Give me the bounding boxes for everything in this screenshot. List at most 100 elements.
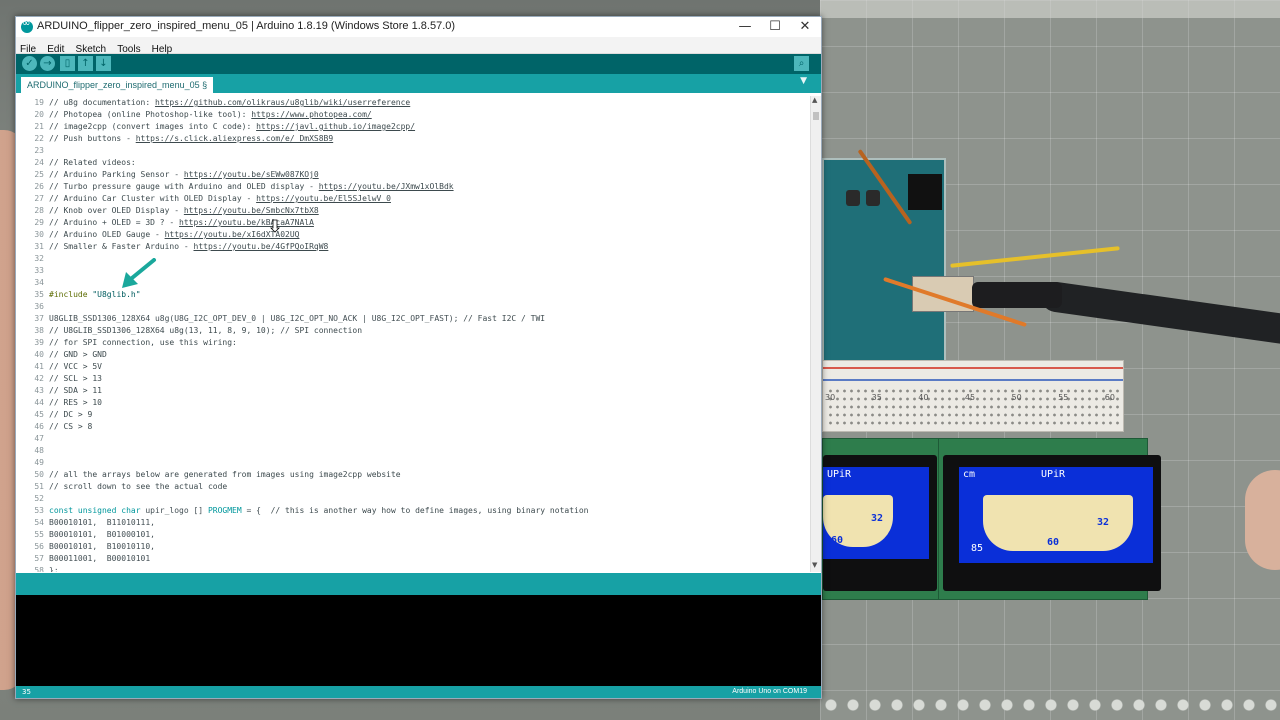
title-bar[interactable]: ARDUINO_flipper_zero_inspired_menu_05 | … bbox=[16, 17, 821, 37]
code-link[interactable]: https://youtu.be/JXmw1xOlBdk bbox=[319, 182, 454, 191]
code-line[interactable]: 46 // CS > 8 bbox=[16, 421, 92, 433]
right-hand bbox=[1245, 470, 1280, 570]
maximize-button[interactable]: ☐ bbox=[760, 17, 790, 37]
code-line[interactable]: 56 B00010101, B10010110, bbox=[16, 541, 155, 553]
code-line[interactable]: 52 bbox=[16, 493, 49, 505]
line-number-gutter: 43 bbox=[34, 386, 44, 395]
code-line[interactable]: 26 // Turbo pressure gauge with Arduino a… bbox=[16, 181, 454, 193]
line-number-gutter: 19 bbox=[34, 98, 44, 107]
code-line[interactable]: 33 bbox=[16, 265, 49, 277]
line-number-gutter: 37 bbox=[34, 314, 44, 323]
ground-rail bbox=[823, 379, 1123, 381]
code-token: // SDA > 11 bbox=[49, 386, 102, 395]
code-line[interactable]: 31 // Smaller & Faster Arduino - https://… bbox=[16, 241, 328, 253]
code-line[interactable]: 20 // Photopea (online Photoshop-like too… bbox=[16, 109, 371, 121]
new-sketch-button[interactable]: ▯ bbox=[60, 56, 75, 71]
code-line[interactable]: 32 bbox=[16, 253, 49, 265]
code-line[interactable]: 40 // GND > GND bbox=[16, 349, 106, 361]
code-link[interactable]: https://youtu.be/kBAcaA7NAlA bbox=[179, 218, 314, 227]
line-number-gutter: 20 bbox=[34, 110, 44, 119]
line-number-gutter: 32 bbox=[34, 254, 44, 263]
code-token: B00010101, B11010111, bbox=[49, 518, 155, 527]
code-line[interactable]: 28 // Knob over OLED Display - https://yo… bbox=[16, 205, 319, 217]
code-line[interactable]: 25 // Arduino Parking Sensor - https://yo… bbox=[16, 169, 319, 181]
capacitor bbox=[866, 190, 880, 206]
line-number-gutter: 29 bbox=[34, 218, 44, 227]
tab-sketch[interactable]: ARDUINO_flipper_zero_inspired_menu_05 § bbox=[21, 77, 214, 93]
code-token: // CS > 8 bbox=[49, 422, 93, 431]
code-line[interactable]: 51 // scroll down to see the actual code bbox=[16, 481, 227, 493]
code-token: }; bbox=[49, 566, 59, 572]
code-line[interactable]: 37 U8GLIB_SSD1306_128X64 u8g(U8G_I2C_OPT_… bbox=[16, 313, 545, 325]
scrollbar-thumb[interactable] bbox=[813, 112, 819, 120]
code-line[interactable]: 39 // for SPI connection, use this wiring… bbox=[16, 337, 236, 349]
code-link[interactable]: https://youtu.be/El5SJelwV_0 bbox=[256, 194, 391, 203]
code-line[interactable]: 43 // SDA > 11 bbox=[16, 385, 102, 397]
code-token: // Push buttons - bbox=[49, 134, 136, 143]
breadboard-number: 45 bbox=[964, 393, 976, 402]
line-number-gutter: 54 bbox=[34, 518, 44, 527]
code-token: PROGMEM bbox=[207, 506, 242, 515]
scroll-down-icon[interactable]: ▼ bbox=[812, 561, 817, 569]
oled-module-right: cm UPiR 85 60 32 bbox=[938, 438, 1161, 600]
code-line[interactable]: 57 B00011001, B00010101 bbox=[16, 553, 150, 565]
code-line[interactable]: 53 const unsigned char upir_logo [] PROGM… bbox=[16, 505, 588, 517]
code-line[interactable]: 34 bbox=[16, 277, 49, 289]
code-line[interactable]: 35 #include "U8glib.h" bbox=[16, 289, 140, 301]
code-token: // VCC > 5V bbox=[49, 362, 102, 371]
vertical-scrollbar[interactable]: ▲ ▼ bbox=[810, 96, 821, 572]
code-line[interactable]: 22 // Push buttons - https://s.click.alie… bbox=[16, 133, 333, 145]
code-line[interactable]: 55 B00010101, B01000101, bbox=[16, 529, 155, 541]
code-line[interactable]: 58}; bbox=[16, 565, 59, 572]
verify-button[interactable]: ✓ bbox=[22, 56, 37, 71]
line-number-gutter: 39 bbox=[34, 338, 44, 347]
close-button[interactable]: ✕ bbox=[790, 17, 820, 37]
breadboard-number: 55 bbox=[1058, 393, 1069, 402]
upload-button[interactable]: → bbox=[40, 56, 55, 71]
code-line[interactable]: 50 // all the arrays below are generated … bbox=[16, 469, 401, 481]
code-link[interactable]: https://youtu.be/sEWw087KOj0 bbox=[184, 170, 319, 179]
status-footer: 35 Arduino Uno on COM19 bbox=[16, 686, 821, 698]
scroll-up-icon[interactable]: ▲ bbox=[812, 96, 817, 104]
code-link[interactable]: https://youtu.be/4GfPQoIRqW8 bbox=[194, 242, 329, 251]
code-link[interactable]: https://www.photopea.com/ bbox=[251, 110, 371, 119]
code-line[interactable]: 42 // SCL > 13 bbox=[16, 373, 102, 385]
code-line[interactable]: 36 bbox=[16, 301, 49, 313]
code-line[interactable]: 38 // U8GLIB_SSD1306_128X64 u8g(13, 11, 8… bbox=[16, 325, 362, 337]
code-token: // Smaller & Faster Arduino - bbox=[49, 242, 194, 251]
code-line[interactable]: 23 bbox=[16, 145, 49, 157]
code-token: // Knob over OLED Display - bbox=[49, 206, 184, 215]
code-line[interactable]: 27 // Arduino Car Cluster with OLED Displ… bbox=[16, 193, 391, 205]
line-number-gutter: 48 bbox=[34, 446, 44, 455]
code-line[interactable]: 49 bbox=[16, 457, 49, 469]
oled-title: UPiR bbox=[827, 469, 852, 480]
code-token: // all the arrays below are generated fr… bbox=[49, 470, 401, 479]
code-link[interactable]: https://s.click.aliexpress.com/e/_DmXS8B… bbox=[136, 134, 333, 143]
code-link[interactable]: https://javl.github.io/image2cpp/ bbox=[256, 122, 415, 131]
save-sketch-button[interactable]: ↓ bbox=[96, 56, 111, 71]
line-number-gutter: 23 bbox=[34, 146, 44, 155]
code-editor[interactable]: 19 // u8g documentation: https://github.c… bbox=[16, 96, 810, 572]
code-line[interactable]: 54 B00010101, B11010111, bbox=[16, 517, 155, 529]
minimize-button[interactable]: — bbox=[730, 17, 760, 37]
code-link[interactable]: https://youtu.be/SmbcNx7tbX8 bbox=[184, 206, 319, 215]
code-line[interactable]: 48 bbox=[16, 445, 49, 457]
open-sketch-button[interactable]: ↑ bbox=[78, 56, 93, 71]
line-number-gutter: 36 bbox=[34, 302, 44, 311]
code-line[interactable]: 44 // RES > 10 bbox=[16, 397, 102, 409]
line-number-gutter: 34 bbox=[34, 278, 44, 287]
code-line[interactable]: 47 bbox=[16, 433, 49, 445]
code-line[interactable]: 24 // Related videos: bbox=[16, 157, 135, 169]
line-number: 35 bbox=[22, 688, 31, 696]
serial-monitor-button[interactable]: ⌕ bbox=[794, 56, 809, 71]
code-line[interactable]: 19 // u8g documentation: https://github.c… bbox=[16, 97, 410, 109]
code-line[interactable]: 41 // VCC > 5V bbox=[16, 361, 102, 373]
code-link[interactable]: https://github.com/olikraus/u8glib/wiki/… bbox=[155, 98, 410, 107]
code-line[interactable]: 21 // image2cpp (convert images into C co… bbox=[16, 121, 415, 133]
console-output[interactable] bbox=[16, 595, 821, 686]
capacitor bbox=[846, 190, 860, 206]
tab-menu-icon[interactable]: ▼ bbox=[800, 76, 807, 86]
code-line[interactable]: 45 // DC > 9 bbox=[16, 409, 92, 421]
code-line[interactable]: 30// Arduino OLED Gauge - https://youtu.… bbox=[16, 229, 299, 241]
breadboard-number: 35 bbox=[871, 393, 882, 402]
